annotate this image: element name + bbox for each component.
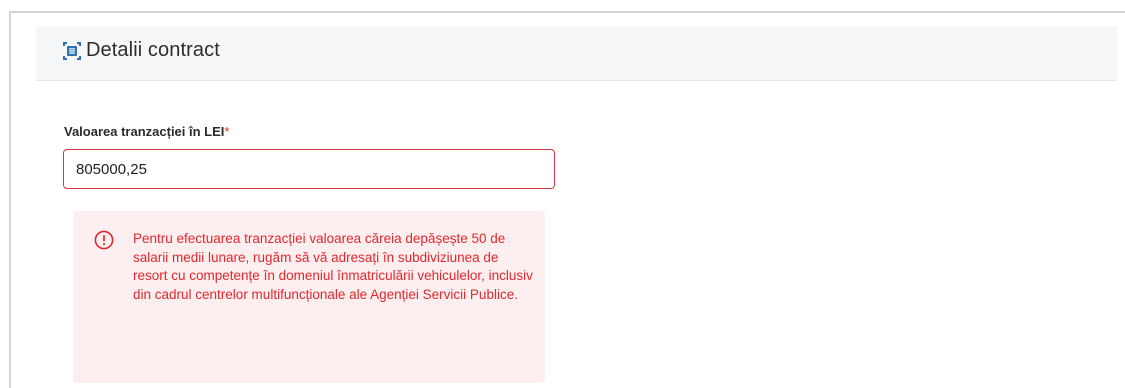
section-title: Detalii contract — [86, 39, 220, 61]
transaction-value-label-text: Valoarea tranzacției în LEI — [64, 124, 225, 139]
exclamation-circle-icon — [94, 230, 114, 250]
section-header: Detalii contract — [36, 26, 1117, 81]
transaction-value-label: Valoarea tranzacției în LEI* — [64, 124, 229, 140]
error-message: Pentru efectuarea tranzacției valoarea c… — [133, 231, 533, 302]
error-alert: Pentru efectuarea tranzacției valoarea c… — [73, 211, 545, 383]
transaction-value-input[interactable] — [63, 149, 555, 189]
required-marker: * — [224, 124, 230, 139]
document-list-icon — [62, 41, 82, 61]
contract-panel: Detalii contract Valoarea tranzacției în… — [9, 11, 1125, 388]
